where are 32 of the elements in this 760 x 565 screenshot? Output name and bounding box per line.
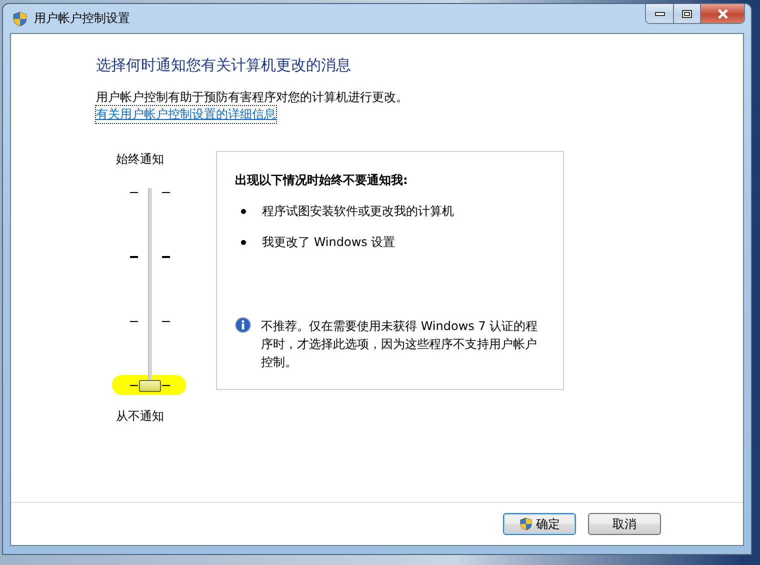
close-button[interactable] bbox=[700, 4, 744, 23]
bullet-dot bbox=[241, 209, 246, 214]
slider-top-label: 始终通知 bbox=[116, 151, 165, 168]
minimize-button[interactable] bbox=[646, 4, 673, 23]
window-title: 用户帐户控制设置 bbox=[34, 10, 130, 27]
tick-mark bbox=[130, 385, 138, 386]
details-link[interactable]: 有关用户帐户控制设置的详细信息 bbox=[96, 106, 276, 123]
panel-title: 出现以下情况时始终不要通知我: bbox=[235, 172, 409, 189]
shield-icon bbox=[12, 10, 28, 26]
info-icon bbox=[235, 317, 251, 333]
tick-mark bbox=[162, 256, 170, 258]
tick-mark bbox=[162, 192, 170, 193]
tick-mark bbox=[162, 385, 170, 386]
maximize-button[interactable] bbox=[673, 4, 700, 23]
tick-mark bbox=[130, 256, 138, 258]
cancel-button[interactable]: 取消 bbox=[588, 513, 661, 535]
minimize-icon bbox=[654, 12, 664, 16]
shield-icon bbox=[519, 517, 533, 531]
slider-thumb[interactable] bbox=[139, 380, 161, 392]
bullet-text: 程序试图安装软件或更改我的计算机 bbox=[262, 203, 454, 220]
bullet-text: 我更改了 Windows 设置 bbox=[262, 234, 396, 251]
tick-mark bbox=[130, 192, 138, 193]
bullet-dot bbox=[241, 240, 246, 245]
close-icon bbox=[716, 8, 728, 18]
slider-bottom-label: 从不通知 bbox=[116, 408, 165, 425]
maximize-icon bbox=[682, 10, 692, 18]
description-text: 用户帐户控制有助于预防有害程序对您的计算机进行更改。 bbox=[96, 89, 409, 106]
page-heading: 选择何时通知您有关计算机更改的消息 bbox=[96, 56, 352, 75]
tick-mark bbox=[162, 321, 170, 322]
ok-button[interactable]: 确定 bbox=[503, 513, 576, 535]
tick-mark bbox=[130, 321, 138, 322]
note-text: 不推荐。仅在需要使用未获得 Windows 7 认证的程序时，才选择此选项，因为这些程序不支持用户帐户控制。 bbox=[261, 318, 539, 371]
